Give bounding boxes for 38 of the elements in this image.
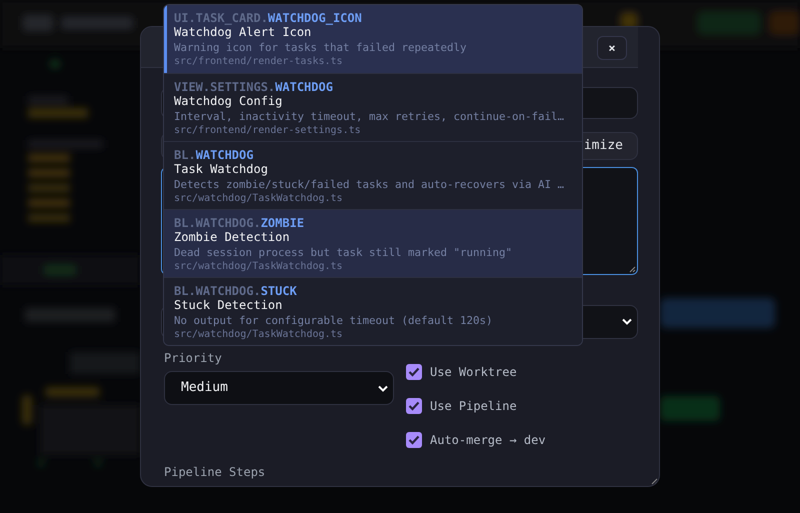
resize-grip-icon [651, 478, 658, 485]
resize-grip-icon [629, 266, 636, 273]
suggestion-title: Task Watchdog [174, 162, 269, 177]
checkbox-label: Use Pipeline [430, 398, 517, 415]
priority-label: Priority [164, 350, 223, 367]
suggestion-description: Interval, inactivity timeout, max retries, continue-on-fail… [174, 109, 566, 124]
suggestion-description: Dead session process but task still marked "running" [174, 245, 514, 260]
close-button[interactable]: × [597, 36, 627, 60]
suggestion-description: No output for configurable timeout (default 120s) [174, 313, 494, 328]
suggestion-key: BL.WATCHDOG [174, 148, 576, 162]
suggestion-key: VIEW.SETTINGS.WATCHDOG [174, 80, 576, 94]
suggestion-description: Warning icon for tasks that failed repeatedly [174, 40, 468, 55]
checkbox[interactable] [406, 398, 422, 414]
suggestion-item[interactable]: BL.WATCHDOG.ZOMBIE Zombie Detection Dead session process but task still marked "running" src/watchdog/TaskWatchdog.ts [164, 209, 582, 277]
blurred-logo [24, 16, 52, 30]
suggestion-title: Watchdog Alert Icon [174, 25, 312, 40]
pipeline-steps-label: Pipeline Steps [164, 464, 266, 481]
suggestion-title: Watchdog Config [174, 94, 284, 109]
file-path: src/watchdog/TaskWatchdog.ts [174, 260, 344, 273]
checkbox-label: Auto-merge → dev [430, 432, 546, 449]
checkbox-label: Use Worktree [430, 364, 517, 381]
suggestion-title: Stuck Detection [174, 298, 284, 313]
suggestion-item[interactable]: BL.WATCHDOG.STUCK Stuck Detection No output for configurable timeout (default 120s) src/watchdog/TaskWatchdog.ts [164, 277, 582, 345]
suggestion-key: BL.WATCHDOG.ZOMBIE [174, 216, 576, 230]
priority-select[interactable]: Medium [164, 371, 394, 405]
file-path: src/frontend/render-settings.ts [174, 124, 362, 137]
suggestion-item[interactable]: UI.TASK_CARD.WATCHDOG_ICON Watchdog Alert Icon Warning icon for tasks that failed repeatedly src/frontend/render-tasks.ts [164, 5, 582, 73]
checkbox[interactable] [406, 364, 422, 380]
suggestion-description: Detects zombie/stuck/failed tasks and auto-recovers via AI … [174, 177, 566, 192]
checkbox[interactable] [406, 432, 422, 448]
chevron-down-icon [378, 385, 388, 393]
suggestion-key: UI.TASK_CARD.WATCHDOG_ICON [174, 11, 576, 25]
file-path: src/watchdog/TaskWatchdog.ts [174, 192, 344, 205]
file-path: src/watchdog/TaskWatchdog.ts [174, 328, 344, 341]
suggestion-title: Zombie Detection [174, 230, 291, 245]
chevron-down-icon [622, 318, 632, 326]
file-path: src/frontend/render-tasks.ts [174, 55, 344, 68]
suggestion-key: BL.WATCHDOG.STUCK [174, 284, 576, 298]
